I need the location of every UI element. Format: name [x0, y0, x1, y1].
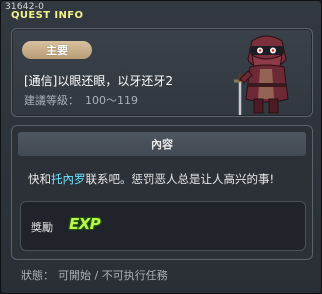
window-title: QUEST INFO — [11, 10, 84, 21]
level-range: 100～119 — [85, 94, 138, 107]
status-label: 狀態： — [21, 269, 54, 282]
status-value: 可開始 / 不可执行任務 — [58, 269, 168, 282]
level-label: 建議等級： — [24, 94, 79, 107]
quest-description: 快和托內罗联系吧。惩罚恶人总是让人高兴的事! — [28, 171, 308, 187]
exp-reward-icon: EXP — [69, 215, 101, 233]
quest-category-badge: 主要 — [22, 41, 92, 59]
reward-label: 獎勵 — [31, 221, 53, 234]
quest-info-window: 31642-0 QUEST INFO 主要 [通信]以眼还眼，以牙还牙2 建議等… — [0, 0, 322, 294]
quest-status: 狀態： 可開始 / 不可执行任務 — [21, 267, 168, 283]
quest-content-panel: 內容 快和托內罗联系吧。惩罚恶人总是让人高兴的事! 獎勵 EXP — [11, 125, 313, 260]
quest-name: [通信]以眼还眼，以牙还牙2 — [24, 74, 173, 88]
recommended-level: 建議等級： 100～119 — [24, 92, 138, 108]
content-header: 內容 — [18, 132, 306, 156]
quest-header-panel: 主要 [通信]以眼还眼，以牙还牙2 建議等級： 100～119 — [11, 28, 313, 117]
npc-name-link[interactable]: 托內罗 — [51, 172, 86, 186]
description-text-after: 联系吧。惩罚恶人总是让人高兴的事! — [85, 172, 275, 186]
reward-box: 獎勵 EXP — [20, 201, 306, 251]
description-text-before: 快和 — [28, 172, 51, 186]
npc-portrait-icon — [234, 35, 289, 115]
